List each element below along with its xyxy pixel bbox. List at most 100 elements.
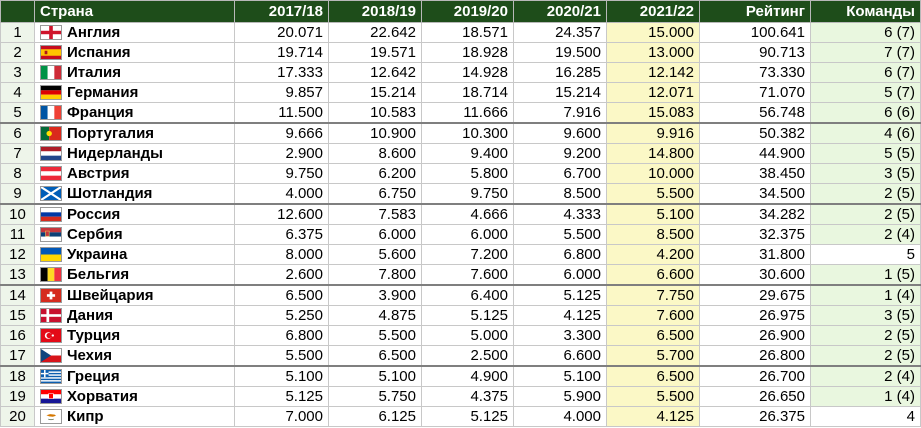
rank-cell: 13 (0, 264, 35, 286)
header-season-2021-22: 2021/22 (606, 0, 700, 23)
season-2019-20-cell: 5.000 (421, 325, 514, 346)
season-2020-21-cell: 8.500 (513, 183, 607, 205)
rating-cell: 26.700 (699, 365, 811, 387)
rank-cell: 2 (0, 42, 35, 63)
season-2021-22-cell: 6.500 (606, 365, 700, 387)
table-row: 5 Франция 11.500 10.583 11.666 7.916 15.083 56.… (0, 102, 921, 124)
rank-cell: 4 (0, 82, 35, 103)
season-2021-22-cell: 10.000 (606, 163, 700, 184)
season-2019-20-cell: 5.125 (421, 305, 514, 326)
rank-cell: 7 (0, 143, 35, 164)
teams-cell: 2 (5) (810, 203, 921, 225)
season-2018-19-cell: 6.125 (328, 406, 422, 427)
rating-cell: 100.641 (699, 22, 811, 43)
country-name: Турция (67, 327, 121, 344)
rank-cell: 14 (0, 284, 35, 306)
ranking-table: Страна 2017/18 2018/19 2019/20 2020/21 2… (0, 0, 921, 427)
season-2019-20-cell: 10.300 (421, 122, 514, 144)
season-2020-21-cell: 4.333 (513, 203, 607, 225)
teams-cell: 3 (5) (810, 305, 921, 326)
season-2019-20-cell: 4.900 (421, 365, 514, 387)
season-2017-18-cell: 12.600 (234, 203, 329, 225)
country-name: Нидерланды (67, 145, 163, 162)
teams-cell: 5 (7) (810, 82, 921, 103)
season-2020-21-cell: 16.285 (513, 62, 607, 83)
rank-cell: 1 (0, 22, 35, 43)
rating-cell: 26.975 (699, 305, 811, 326)
season-2017-18-cell: 7.000 (234, 406, 329, 427)
season-2019-20-cell: 14.928 (421, 62, 514, 83)
table-row: 18 Греция 5.100 5.100 4.900 5.100 6.500 26.700 2… (0, 365, 921, 387)
rating-cell: 73.330 (699, 62, 811, 83)
season-2017-18-cell: 5.125 (234, 386, 329, 407)
season-2021-22-cell: 6.500 (606, 325, 700, 346)
rating-cell: 26.800 (699, 345, 811, 367)
header-season-2017-18: 2017/18 (234, 0, 329, 23)
country-name: Германия (67, 84, 139, 101)
season-2017-18-cell: 6.375 (234, 224, 329, 245)
rating-cell: 32.375 (699, 224, 811, 245)
rating-cell: 44.900 (699, 143, 811, 164)
teams-cell: 2 (5) (810, 325, 921, 346)
season-2020-21-cell: 9.600 (513, 122, 607, 144)
rank-cell: 15 (0, 305, 35, 326)
rating-cell: 26.650 (699, 386, 811, 407)
season-2018-19-cell: 5.600 (328, 244, 422, 265)
rating-cell: 38.450 (699, 163, 811, 184)
season-2018-19-cell: 10.900 (328, 122, 422, 144)
season-2021-22-cell: 5.700 (606, 345, 700, 367)
season-2020-21-cell: 6.800 (513, 244, 607, 265)
england-flag-icon (40, 25, 62, 40)
country-cell: Португалия (34, 122, 235, 144)
table-header: Страна 2017/18 2018/19 2019/20 2020/21 2… (0, 0, 921, 23)
denmark-flag-icon (40, 308, 62, 323)
season-2021-22-cell: 6.600 (606, 264, 700, 286)
season-2021-22-cell: 15.000 (606, 22, 700, 43)
table-row: 3 Италия 17.333 12.642 14.928 16.285 12.142 73.… (0, 62, 921, 83)
teams-cell: 6 (7) (810, 22, 921, 43)
rating-cell: 30.600 (699, 264, 811, 286)
season-2020-21-cell: 9.200 (513, 143, 607, 164)
belgium-flag-icon (40, 267, 62, 282)
season-2019-20-cell: 7.600 (421, 264, 514, 286)
country-cell: Турция (34, 325, 235, 346)
header-season-2018-19: 2018/19 (328, 0, 422, 23)
teams-cell: 5 (5) (810, 143, 921, 164)
season-2018-19-cell: 12.642 (328, 62, 422, 83)
header-country: Страна (34, 0, 235, 23)
country-name: Чехия (67, 347, 112, 364)
season-2017-18-cell: 19.714 (234, 42, 329, 63)
teams-cell: 4 (6) (810, 122, 921, 144)
table-row: 12 Украина 8.000 5.600 7.200 6.800 4.200 31.800… (0, 244, 921, 265)
season-2020-21-cell: 19.500 (513, 42, 607, 63)
season-2017-18-cell: 17.333 (234, 62, 329, 83)
season-2018-19-cell: 6.200 (328, 163, 422, 184)
serbia-flag-icon (40, 227, 62, 242)
country-name: Дания (67, 307, 114, 324)
rank-cell: 6 (0, 122, 35, 144)
country-cell: Сербия (34, 224, 235, 245)
country-cell: Швейцария (34, 284, 235, 306)
netherlands-flag-icon (40, 146, 62, 161)
season-2020-21-cell: 5.900 (513, 386, 607, 407)
rank-cell: 20 (0, 406, 35, 427)
cyprus-flag-icon (40, 409, 62, 424)
season-2017-18-cell: 9.750 (234, 163, 329, 184)
season-2021-22-cell: 5.500 (606, 386, 700, 407)
rating-cell: 29.675 (699, 284, 811, 306)
season-2020-21-cell: 5.500 (513, 224, 607, 245)
season-2017-18-cell: 6.500 (234, 284, 329, 306)
country-name: Испания (67, 44, 131, 61)
table-row: 15 Дания 5.250 4.875 5.125 4.125 7.600 26.975 3 … (0, 305, 921, 326)
country-cell: Дания (34, 305, 235, 326)
header-season-2020-21: 2020/21 (513, 0, 607, 23)
season-2021-22-cell: 12.071 (606, 82, 700, 103)
season-2018-19-cell: 10.583 (328, 102, 422, 124)
country-name: Россия (67, 206, 121, 223)
season-2018-19-cell: 15.214 (328, 82, 422, 103)
season-2018-19-cell: 22.642 (328, 22, 422, 43)
season-2017-18-cell: 5.250 (234, 305, 329, 326)
season-2021-22-cell: 9.916 (606, 122, 700, 144)
rank-cell: 3 (0, 62, 35, 83)
rating-cell: 90.713 (699, 42, 811, 63)
